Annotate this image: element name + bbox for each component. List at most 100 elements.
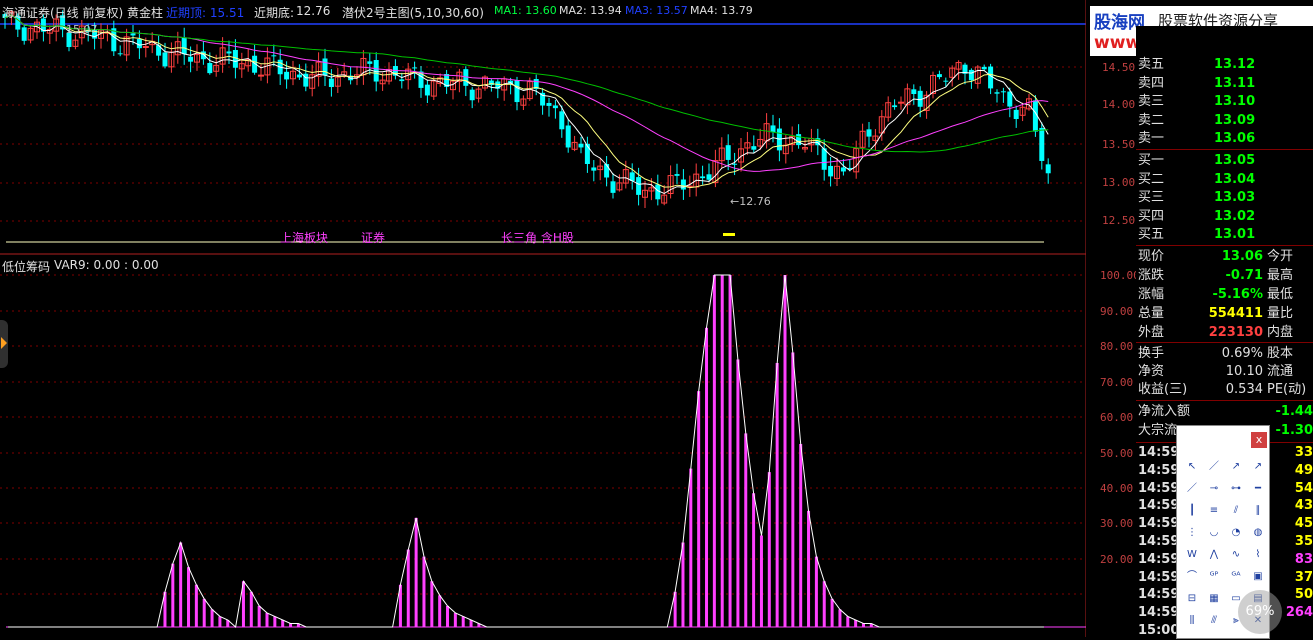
candle-body-down (469, 89, 475, 101)
indicator-tick: 70.00 (1100, 376, 1134, 389)
toolbox-close-button[interactable]: x (1251, 432, 1267, 448)
ma4-line (4, 14, 1049, 153)
bars-icon[interactable]: ⫼ (1183, 612, 1201, 630)
concept-label-securities[interactable]: 证券 (361, 229, 385, 246)
indicator-bar (752, 493, 756, 627)
indicator-bar (822, 581, 826, 627)
cycle-icon[interactable]: ⋮ (1183, 524, 1201, 542)
candle-body-up (258, 74, 264, 77)
indicator-bar (406, 549, 410, 627)
cursor-icon[interactable]: ↖ (1183, 458, 1201, 476)
ray-icon[interactable]: ↗ (1227, 458, 1245, 476)
candle-body-down (578, 143, 584, 148)
ma1-value: MA1: 13.60 (494, 4, 557, 17)
parallel-icon[interactable]: ∥ (1249, 502, 1267, 520)
indicator-bar (194, 584, 198, 627)
bid-price: 13.04 (1214, 171, 1256, 187)
indicator-bar (712, 275, 716, 627)
quote-label2: 量比 (1267, 306, 1294, 321)
elliott-icon[interactable]: ⌒ (1183, 568, 1201, 586)
candle-body-down (604, 164, 610, 178)
indicator-bar (720, 275, 724, 627)
candle-body-down (21, 27, 27, 41)
concept-label-yangtze[interactable]: 长三角 含H股 (501, 229, 574, 246)
indicator-bar (783, 275, 787, 627)
indicator-bar (210, 609, 214, 627)
candle-body-down (565, 125, 571, 148)
quote-row: 外盘 223130 内盘 (1136, 324, 1313, 342)
ask-row: 卖五 13.12 (1136, 56, 1313, 74)
arrow-line-icon[interactable]: ↗ (1249, 458, 1267, 476)
indicator-bar (759, 535, 763, 627)
indicator-bar (273, 616, 277, 627)
price-tick: 14.00 (1102, 98, 1136, 111)
grid-icon[interactable]: ▦ (1205, 590, 1223, 608)
ruler-icon[interactable]: ⊟ (1183, 590, 1201, 608)
indicator-bar (414, 517, 418, 627)
gann-icon[interactable]: ᴳᴾ (1205, 568, 1223, 586)
ask-row: 卖二 13.09 (1136, 112, 1313, 130)
line-icon[interactable]: ／ (1205, 458, 1223, 476)
h-ray-icon[interactable]: ⊶ (1227, 480, 1245, 498)
trend-line-icon[interactable]: ／ (1183, 480, 1201, 498)
channel-icon[interactable]: ⫽ (1227, 502, 1245, 520)
ask-label: 卖四 (1138, 75, 1165, 91)
h-segment-icon[interactable]: ⊸ (1205, 480, 1223, 498)
candle-body-down (399, 79, 405, 82)
indicator-bar (461, 616, 465, 627)
v-line-icon[interactable]: ┃ (1183, 502, 1201, 520)
signal-mark (723, 233, 735, 236)
bid-row: 买四 13.02 (1136, 208, 1313, 226)
candle-body-down (136, 39, 142, 49)
circle-icon[interactable]: ◍ (1249, 524, 1267, 542)
candle-body-down (296, 74, 302, 78)
tick-volume: 45 (1294, 516, 1313, 532)
fan-icon[interactable]: ⫻ (1205, 612, 1223, 630)
indicator-bar (830, 598, 834, 627)
fib-icon[interactable]: ≡ (1205, 502, 1223, 520)
kline-chart-area[interactable] (0, 0, 1086, 637)
arc-icon[interactable]: ◡ (1205, 524, 1223, 542)
ask-price: 13.10 (1214, 94, 1256, 109)
finance-label2: PE(动) (1267, 382, 1307, 397)
concept-label-shanghai[interactable]: 上海板块 (280, 229, 328, 246)
candle-body-down (1000, 91, 1006, 93)
quote-row: 涨幅 -5.16% 最低 (1136, 286, 1313, 304)
tick-time: 14:59 (1138, 551, 1180, 567)
candle-body-down (130, 33, 136, 36)
indicator-bar (469, 619, 473, 627)
quote-value: 554411 (1208, 306, 1263, 321)
bid-price: 13.01 (1214, 227, 1256, 242)
indicator-bar (814, 556, 818, 627)
bid-row: 买五 13.01 (1136, 226, 1313, 244)
wave-m-icon[interactable]: ⋀ (1205, 546, 1223, 564)
h-line-icon[interactable]: ━ (1249, 480, 1267, 498)
quote-label: 外盘 (1138, 325, 1165, 340)
ma4-value: MA4: 13.79 (690, 4, 753, 17)
wave-w-icon[interactable]: W (1183, 546, 1201, 564)
box-icon[interactable]: ▣ (1249, 568, 1267, 586)
near-high-label: 近期顶: 15.51 (166, 6, 245, 20)
indicator-bar (791, 352, 795, 627)
price-tick: 14.50 (1102, 61, 1136, 74)
tick-volume: 49 (1294, 462, 1313, 478)
wave-line-icon[interactable]: ∿ (1227, 546, 1245, 564)
indicator-bar (438, 595, 442, 627)
tick-volume: 264 (1285, 605, 1313, 621)
indicator-tick: 80.00 (1100, 340, 1134, 353)
indicator-name: 潜伏2号主图(5,10,30,60) (342, 6, 484, 20)
tick-volume: 43 (1294, 498, 1313, 514)
indicator-bar (689, 468, 693, 627)
candle-body-down (610, 181, 616, 193)
finance-value: 0.69% (1221, 346, 1263, 361)
quote-label2: 最低 (1267, 287, 1294, 302)
gap-icon[interactable]: ᴳᴬ (1227, 568, 1245, 586)
high-annotation: 15.07 (66, 23, 98, 36)
zigzag-icon[interactable]: ⌇ (1249, 546, 1267, 564)
candle-body-down (514, 80, 520, 103)
clock-icon[interactable]: ◔ (1227, 524, 1245, 542)
candle-body-down (770, 125, 776, 133)
finance-value: 0.534 (1225, 382, 1263, 397)
candle-body-down (994, 92, 1000, 94)
expand-panel-handle[interactable] (0, 320, 8, 368)
